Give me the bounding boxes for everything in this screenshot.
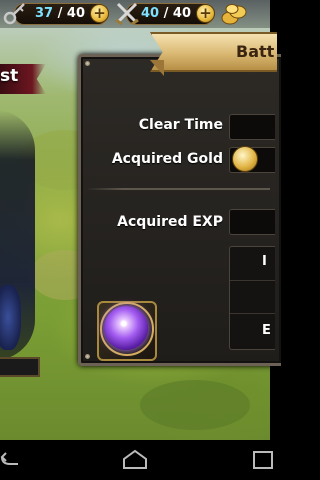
reward-row-divider: [230, 313, 275, 314]
back-icon[interactable]: [0, 448, 30, 472]
reward-letter: E: [262, 323, 271, 338]
stamina-separator: /: [53, 6, 67, 21]
recent-apps-icon[interactable]: [248, 448, 278, 472]
battle-points-current: 40: [141, 6, 160, 21]
acquired-exp-label: Acquired EXP: [117, 214, 223, 230]
purple-orb-icon[interactable]: [104, 306, 148, 350]
battle-points-max: 40: [172, 6, 191, 21]
crossed-swords-icon: [115, 2, 139, 26]
hill: [140, 380, 250, 430]
clear-time-value: [229, 114, 275, 140]
rivet: [85, 61, 90, 66]
result-title: Batt: [236, 42, 275, 61]
add-battle-points-button[interactable]: +: [196, 4, 215, 23]
reward-letter: I: [262, 254, 267, 269]
character-cloak: [0, 285, 21, 350]
acquired-gold-label: Acquired Gold: [111, 151, 223, 167]
add-stamina-button[interactable]: +: [90, 4, 109, 23]
acquired-exp-value: [229, 209, 275, 235]
panel-divider: [86, 188, 270, 190]
rivet: [85, 354, 90, 359]
reward-row-divider: [230, 280, 275, 281]
stamina-current: 37: [35, 6, 54, 21]
left-status-bar: [0, 357, 40, 377]
key-icon: [3, 3, 25, 25]
clear-time-label: Clear Time: [138, 117, 223, 133]
gold-coins-icon[interactable]: [220, 2, 248, 26]
home-icon[interactable]: [120, 448, 150, 472]
gold-coin-icon: [232, 146, 258, 172]
battle-points-separator: /: [159, 6, 173, 21]
stamina-max: 40: [66, 6, 85, 21]
system-nav-bar: [0, 440, 273, 480]
left-stage-banner-text: st: [0, 66, 19, 86]
